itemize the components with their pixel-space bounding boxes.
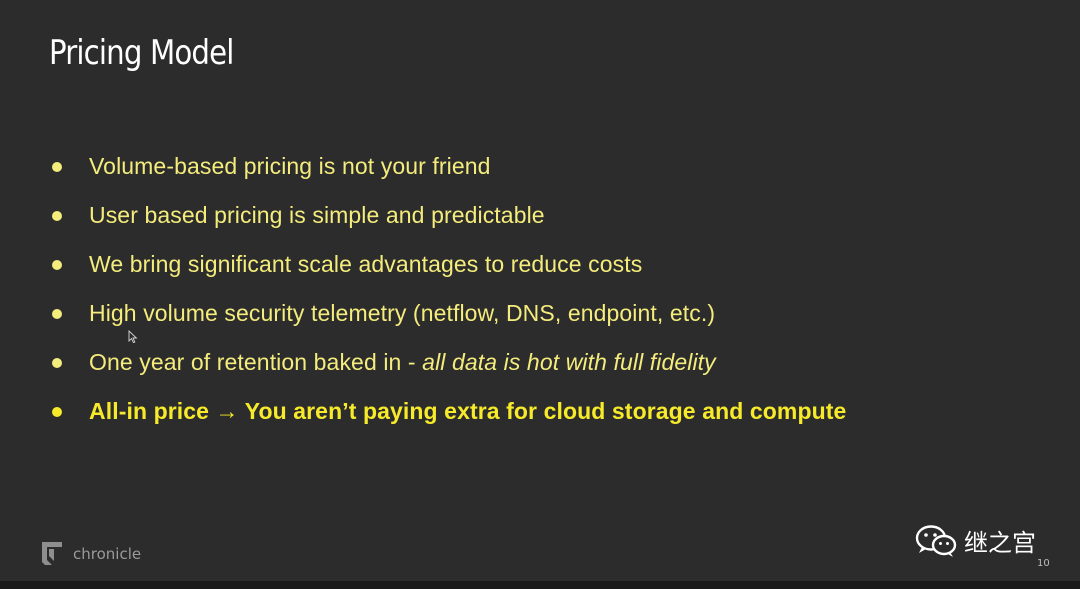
bullet-item: One year of retention baked in - all dat…	[52, 338, 846, 387]
bullet-item: We bring significant scale advantages to…	[52, 240, 846, 289]
bullet-item: High volume security telemetry (netflow,…	[52, 289, 846, 338]
bottom-bar	[0, 581, 1080, 589]
mouse-cursor-icon	[128, 330, 138, 344]
watermark: 继之宫	[914, 523, 1036, 558]
bullet-item-highlight: All-in price → You aren’t paying extra f…	[52, 387, 846, 436]
chronicle-logo-icon	[42, 542, 62, 565]
bullet-text: High volume security telemetry (netflow,…	[89, 300, 716, 326]
bullet-dot-icon	[52, 259, 62, 270]
bullet-text: We bring significant scale advantages to…	[89, 251, 643, 277]
bullet-item: User based pricing is simple and predict…	[52, 191, 846, 240]
chronicle-logo: chronicle	[40, 540, 141, 568]
bullet-text: One year of retention baked in - all dat…	[89, 349, 716, 376]
bullet-dot-icon	[52, 308, 62, 319]
bullet-dot-icon	[52, 210, 62, 221]
slide: Pricing Model Volume-based pricing is no…	[0, 0, 1080, 581]
page-number: 10	[1037, 558, 1050, 569]
wechat-icon	[915, 524, 957, 557]
bullet-list: Volume-based pricing is not your friend …	[52, 142, 846, 436]
bullet-text-italic: all data is hot with full fidelity	[422, 349, 716, 375]
bullet-item: Volume-based pricing is not your friend	[52, 142, 846, 191]
bullet-dot-icon	[52, 161, 62, 172]
bullet-text: All-in price → You aren’t paying extra f…	[89, 398, 847, 424]
bullet-text-plain: One year of retention baked in -	[89, 349, 423, 375]
logo-text: chronicle	[73, 545, 142, 563]
slide-title: Pricing Model	[49, 33, 234, 73]
watermark-text: 继之宫	[964, 529, 1036, 557]
bullet-dot-icon	[52, 406, 62, 417]
bullet-text: Volume-based pricing is not your friend	[89, 153, 491, 179]
bullet-text: User based pricing is simple and predict…	[89, 202, 545, 228]
bullet-dot-icon	[52, 357, 62, 368]
